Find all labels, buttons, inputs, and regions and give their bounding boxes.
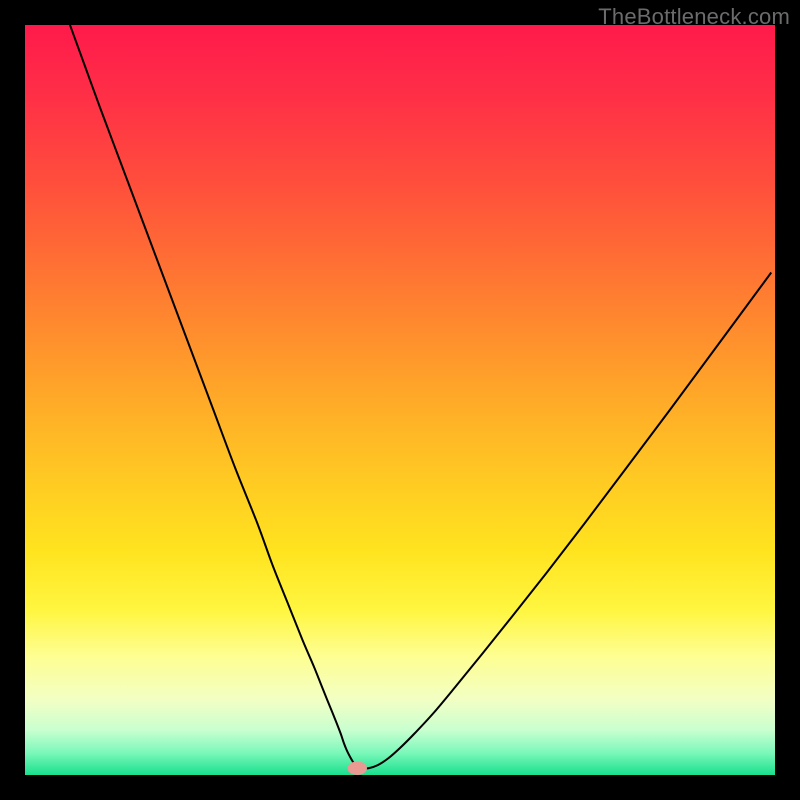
gradient-background: [25, 25, 775, 775]
bottleneck-chart: [25, 25, 775, 775]
watermark-text: TheBottleneck.com: [598, 4, 790, 30]
minimum-marker: [348, 762, 368, 776]
outer-frame: TheBottleneck.com: [0, 0, 800, 800]
